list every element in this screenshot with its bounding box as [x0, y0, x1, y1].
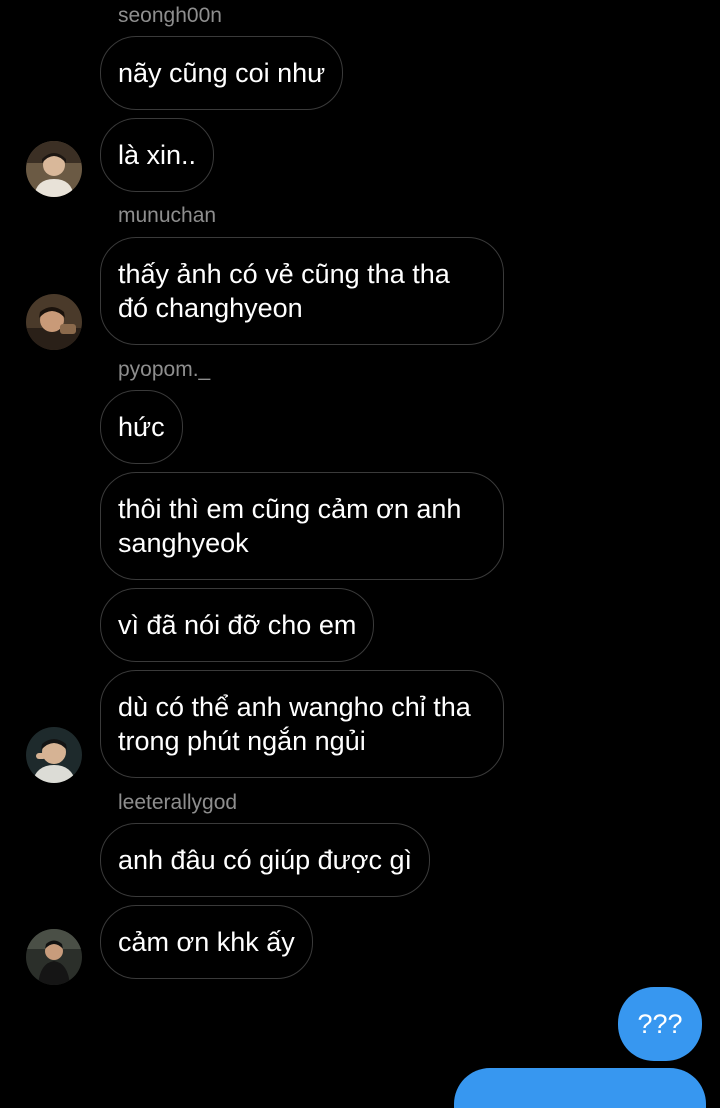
message-text: hức: [118, 412, 165, 442]
message-text: thôi thì em cũng cảm ơn anh sanghyeok: [118, 494, 462, 558]
message-bubble[interactable]: cảm ơn khk ấy: [100, 905, 313, 979]
message-bubble[interactable]: thấy ảnh có vẻ cũng tha tha đó changhyeo…: [100, 237, 504, 345]
message-text: thấy ảnh có vẻ cũng tha tha đó changhyeo…: [118, 259, 450, 323]
message-bubble[interactable]: anh đâu có giúp được gì: [100, 823, 430, 897]
avatar-leeterallygod[interactable]: [26, 929, 82, 985]
message-bubble[interactable]: thôi thì em cũng cảm ơn anh sanghyeok: [100, 472, 504, 580]
message-bubble[interactable]: hức: [100, 390, 183, 464]
message-bubble[interactable]: vì đã nói đỡ cho em: [100, 588, 375, 662]
avatar-munuchan[interactable]: [26, 294, 82, 350]
message-text: vì đã nói đỡ cho em: [118, 610, 357, 640]
message-bubble[interactable]: dù có thể anh wangho chỉ tha trong phút …: [100, 670, 504, 778]
my-message-bubble-partial[interactable]: [454, 1068, 706, 1108]
sender-name-pyopom[interactable]: pyopom._: [118, 358, 210, 382]
message-text: dù có thể anh wangho chỉ tha trong phút …: [118, 692, 471, 756]
message-text: nãy cũng coi như: [118, 58, 326, 88]
profile-photo-icon: [26, 727, 82, 783]
message-bubble[interactable]: là xin..: [100, 118, 215, 192]
profile-photo-icon: [26, 929, 82, 985]
message-text: là xin..: [118, 140, 197, 170]
message-bubble[interactable]: nãy cũng coi như: [100, 36, 344, 110]
profile-photo-icon: [26, 141, 82, 197]
my-message-bubble[interactable]: ???: [618, 987, 702, 1061]
sender-name-seongh00n[interactable]: seongh00n: [118, 4, 222, 28]
avatar-seongh00n[interactable]: [26, 141, 82, 197]
message-text: anh đâu có giúp được gì: [118, 845, 412, 875]
sender-name-munuchan[interactable]: munuchan: [118, 204, 216, 228]
avatar-pyopom[interactable]: [26, 727, 82, 783]
sender-name-leeterallygod[interactable]: leeterallygod: [118, 791, 237, 815]
message-text: cảm ơn khk ấy: [118, 927, 295, 957]
profile-photo-icon: [26, 294, 82, 350]
my-message-text: ???: [637, 1008, 683, 1039]
